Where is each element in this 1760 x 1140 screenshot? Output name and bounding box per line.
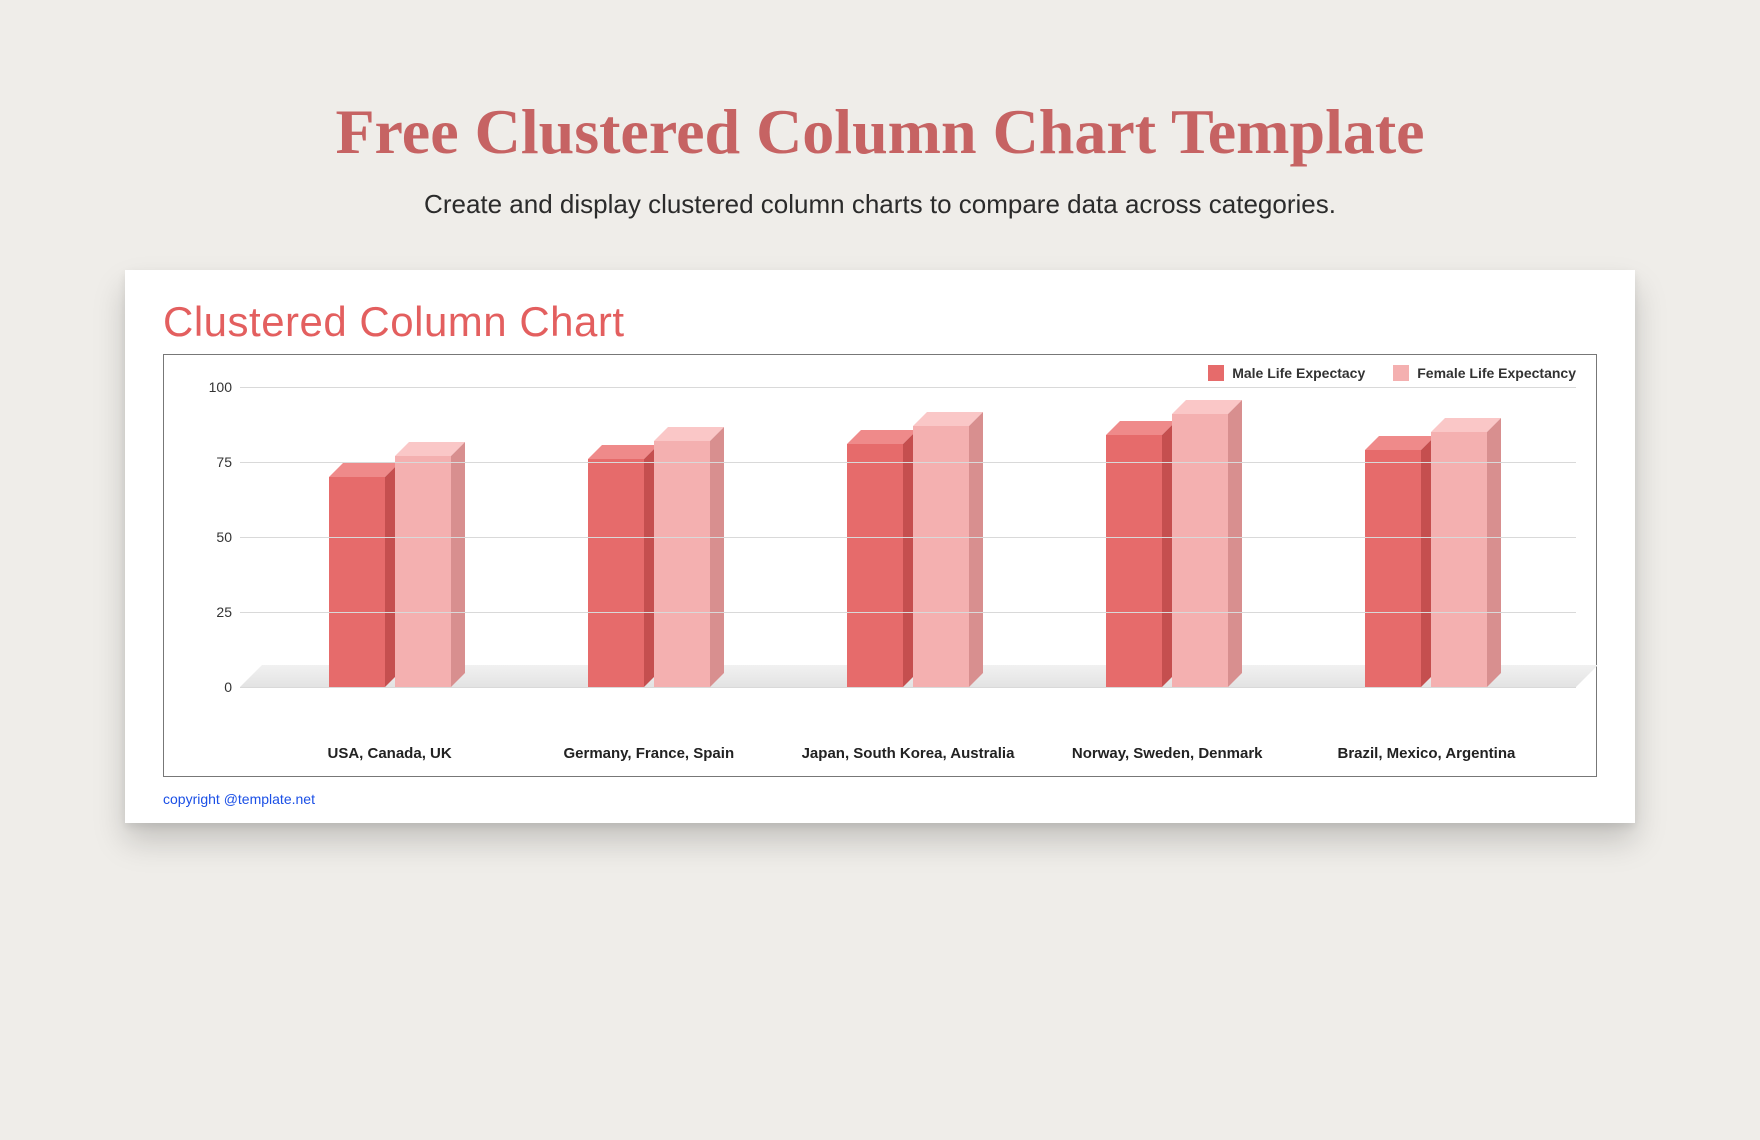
- x-label: Germany, France, Spain: [519, 745, 778, 762]
- legend-swatch-male: [1208, 365, 1224, 381]
- x-label: Norway, Sweden, Denmark: [1038, 745, 1297, 762]
- chart-frame: Male Life Expectacy Female Life Expectan…: [163, 354, 1597, 777]
- bar-female: [913, 426, 969, 687]
- y-tick: 25: [216, 604, 232, 620]
- chart-card: Clustered Column Chart Male Life Expecta…: [125, 270, 1635, 823]
- cluster: [1106, 414, 1228, 687]
- chart-title: Clustered Column Chart: [163, 298, 1597, 346]
- page-subtitle: Create and display clustered column char…: [0, 189, 1760, 220]
- plot-area: [240, 387, 1576, 687]
- legend-item-female: Female Life Expectancy: [1393, 365, 1576, 381]
- legend-label-male: Male Life Expectacy: [1232, 365, 1365, 381]
- y-tick: 0: [224, 679, 232, 695]
- gridline: [240, 537, 1576, 538]
- x-axis-labels: USA, Canada, UKGermany, France, SpainJap…: [184, 745, 1576, 762]
- gridline: [240, 462, 1576, 463]
- bar-male: [588, 459, 644, 687]
- page-container: Free Clustered Column Chart Template Cre…: [0, 0, 1760, 823]
- bar-female: [395, 456, 451, 687]
- x-label: Brazil, Mexico, Argentina: [1297, 745, 1556, 762]
- copyright-text: copyright @template.net: [163, 791, 1597, 807]
- bar-female: [654, 441, 710, 687]
- bar-female: [1172, 414, 1228, 687]
- chart-legend: Male Life Expectacy Female Life Expectan…: [184, 365, 1576, 381]
- bar-male: [847, 444, 903, 687]
- gridline: [240, 687, 1576, 688]
- bar-male: [329, 477, 385, 687]
- x-label: Japan, South Korea, Australia: [778, 745, 1037, 762]
- bar-female: [1431, 432, 1487, 687]
- page-title: Free Clustered Column Chart Template: [0, 95, 1760, 169]
- bar-male: [1106, 435, 1162, 687]
- y-tick: 100: [209, 379, 232, 395]
- y-axis: 0255075100: [184, 387, 240, 687]
- y-tick: 50: [216, 529, 232, 545]
- cluster: [847, 426, 969, 687]
- cluster: [1365, 432, 1487, 687]
- y-tick: 75: [216, 454, 232, 470]
- bar-male: [1365, 450, 1421, 687]
- cluster: [588, 441, 710, 687]
- legend-label-female: Female Life Expectancy: [1417, 365, 1576, 381]
- cluster: [329, 456, 451, 687]
- plot: 0255075100: [184, 387, 1576, 727]
- legend-item-male: Male Life Expectacy: [1208, 365, 1365, 381]
- gridline: [240, 612, 1576, 613]
- x-label: USA, Canada, UK: [260, 745, 519, 762]
- gridline: [240, 387, 1576, 388]
- legend-swatch-female: [1393, 365, 1409, 381]
